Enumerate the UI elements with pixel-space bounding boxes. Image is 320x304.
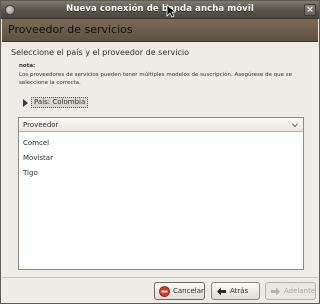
list-item[interactable]: Tigo <box>19 166 303 181</box>
list-item[interactable]: Comcel <box>19 136 303 151</box>
provider-column-header[interactable]: Proveedor <box>19 118 303 132</box>
mouse-pointer-icon <box>166 4 176 18</box>
cancel-button[interactable]: Cancelar <box>154 282 205 300</box>
page-title: Proveedor de servicios <box>8 23 133 36</box>
cancel-icon <box>159 286 170 297</box>
button-separator <box>2 277 318 278</box>
note-label: nota: <box>19 63 36 69</box>
cancel-label: Cancelar <box>173 287 204 295</box>
provider-column-label: Proveedor <box>23 121 59 129</box>
note-text: Los proveedores de servicios pueden tene… <box>19 72 293 86</box>
provider-list[interactable]: Proveedor Comcel Movistar Tigo <box>18 117 304 270</box>
back-label: Atrás <box>230 287 249 295</box>
country-label[interactable]: País: Colombia <box>31 97 89 108</box>
forward-label: Adelante <box>284 287 316 295</box>
list-item[interactable]: Movistar <box>19 151 303 166</box>
title-bar[interactable]: Nueva conexión de banda ancha móvil × <box>1 1 319 19</box>
dialog-window: Nueva conexión de banda ancha móvil × Pr… <box>0 0 320 304</box>
page-heading: Seleccione el país y el proveedor de ser… <box>11 48 190 57</box>
chevron-down-icon[interactable] <box>292 121 298 127</box>
back-arrow-icon <box>217 287 226 296</box>
expander-arrow-icon[interactable] <box>23 99 28 107</box>
page-banner: Proveedor de servicios <box>2 19 318 42</box>
forward-button[interactable]: Adelante <box>265 282 316 300</box>
close-window-button[interactable]: × <box>304 4 316 16</box>
provider-items: Comcel Movistar Tigo <box>19 136 303 181</box>
forward-arrow-icon <box>271 287 280 296</box>
window-title: Nueva conexión de banda ancha móvil <box>66 4 254 14</box>
back-button[interactable]: Atrás <box>211 282 260 300</box>
